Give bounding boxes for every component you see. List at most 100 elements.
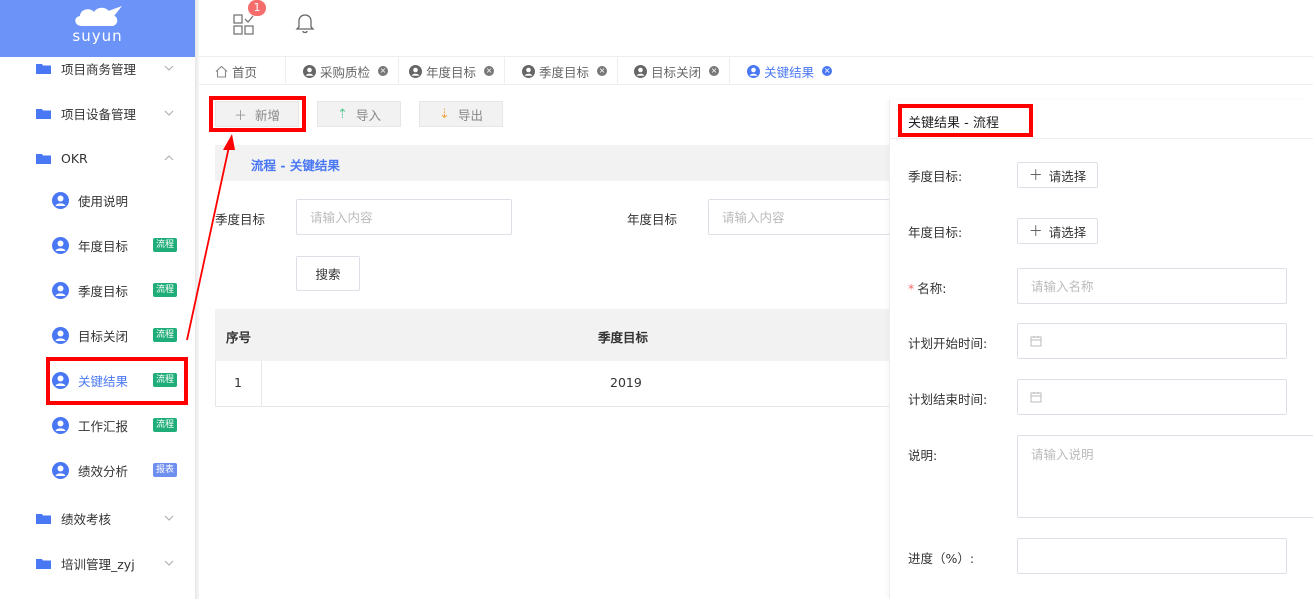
close-icon[interactable]: ×: [597, 66, 608, 76]
menu-group-okr[interactable]: OKR: [0, 138, 195, 178]
sidebar-item-performance-analysis[interactable]: 绩效分析 报表: [0, 450, 195, 490]
flow-panel: 关键结果 - 流程 季度目标: ＋ 请选择 年度目标: ＋ 请选择 *名称: 计…: [889, 100, 1313, 599]
user-circle-icon: [522, 64, 536, 78]
close-icon[interactable]: ×: [709, 66, 720, 76]
name-input[interactable]: [1017, 268, 1287, 304]
sidebar-item-annual-goal[interactable]: 年度目标 流程: [0, 225, 195, 265]
sidebar-item-label: 年度目标: [78, 238, 129, 254]
tab-label: 年度目标: [426, 64, 477, 80]
select-button-label: 请选择: [1048, 224, 1087, 240]
table-header: 序号 季度目标: [215, 309, 890, 361]
tab-label: 关键结果: [764, 64, 815, 80]
tab-label: 首页: [232, 64, 258, 80]
select-quarter-button[interactable]: ＋ 请选择: [1017, 162, 1098, 188]
filter-year-label: 年度目标: [627, 212, 678, 227]
close-icon[interactable]: ×: [484, 66, 495, 76]
top-bar: 1: [199, 0, 1313, 57]
search-button[interactable]: 搜索: [296, 256, 360, 291]
cell-quarter: 2019: [610, 375, 642, 390]
user-circle-icon: [52, 191, 69, 209]
download-icon: ⇣: [439, 106, 450, 122]
select-button-label: 请选择: [1048, 168, 1087, 184]
panel-end-label: 计划结束时间:: [908, 392, 988, 407]
cell-divider: [261, 361, 262, 407]
filter-quarter-input[interactable]: [296, 199, 512, 235]
home-icon: [215, 65, 228, 78]
report-tag: 报表: [153, 463, 178, 477]
plus-icon: ＋: [233, 108, 247, 124]
chevron-down-icon: [164, 560, 174, 566]
tab-goal-close[interactable]: 目标关闭 ×: [618, 57, 731, 85]
sidebar-item-label: 绩效分析: [78, 463, 129, 479]
sidebar-item-usage[interactable]: 使用说明: [0, 180, 195, 220]
sidebar-item-label: 关键结果: [78, 373, 129, 389]
required-marker: *: [908, 281, 915, 296]
panel-quarter-label: 季度目标:: [908, 169, 963, 184]
menu-group-project-equipment[interactable]: 项目设备管理: [0, 93, 195, 133]
upload-icon: ⇡: [337, 106, 348, 122]
folder-icon: [36, 558, 51, 569]
table-row[interactable]: 1 2019: [215, 361, 890, 407]
panel-title: 关键结果 - 流程: [908, 116, 999, 131]
bell-icon[interactable]: [295, 12, 315, 34]
menu-group-label: 项目商务管理: [61, 61, 137, 77]
calendar-icon: [1030, 336, 1042, 347]
flow-tag: 流程: [153, 373, 178, 387]
panel-desc-label: 说明:: [908, 448, 938, 463]
plus-icon: ＋: [1028, 224, 1043, 240]
logo-text: suyun: [72, 27, 123, 45]
add-button[interactable]: ＋ 新增: [215, 101, 299, 127]
sidebar-item-goal-close[interactable]: 目标关闭 流程: [0, 315, 195, 355]
apps-grid-icon[interactable]: [232, 12, 256, 36]
menu-group-training[interactable]: 培训管理_zyj: [0, 543, 195, 583]
annotation-arrow: [186, 134, 235, 341]
menu-group-project-business[interactable]: 项目商务管理: [0, 48, 195, 88]
tab-annual-goal[interactable]: 年度目标 ×: [399, 57, 506, 85]
tab-label: 目标关闭: [651, 64, 702, 80]
cell-index: 1: [234, 375, 242, 390]
export-button[interactable]: ⇣ 导出: [419, 101, 503, 127]
close-icon[interactable]: ×: [822, 66, 833, 76]
user-circle-icon: [409, 64, 423, 78]
sidebar-item-label: 工作汇报: [78, 418, 129, 434]
end-date-picker[interactable]: [1017, 379, 1287, 415]
progress-input[interactable]: [1017, 538, 1287, 574]
panel-start-label: 计划开始时间:: [908, 336, 988, 351]
import-button-label: 导入: [355, 107, 381, 123]
user-circle-icon: [52, 416, 69, 434]
panel-progress-label: 进度（%）:: [908, 551, 975, 566]
tab-label: 采购质检: [320, 64, 371, 80]
menu-group-label: 培训管理_zyj: [61, 556, 135, 572]
tab-home[interactable]: 首页: [199, 57, 287, 85]
user-circle-icon: [747, 64, 761, 78]
tab-label: 季度目标: [539, 64, 590, 80]
tab-purchase-inspection[interactable]: 采购质检 ×: [286, 57, 400, 85]
chevron-down-icon: [164, 65, 174, 71]
tab-key-results[interactable]: 关键结果 ×: [730, 57, 842, 85]
calendar-icon: [1030, 392, 1042, 403]
user-circle-icon: [52, 236, 69, 254]
chevron-down-icon: [164, 110, 174, 116]
user-circle-icon: [634, 64, 648, 78]
menu-group-performance[interactable]: 绩效考核: [0, 498, 195, 538]
sidebar-item-label: 使用说明: [78, 193, 129, 209]
import-button[interactable]: ⇡ 导入: [317, 101, 401, 127]
sidebar-item-work-report[interactable]: 工作汇报 流程: [0, 405, 195, 445]
description-textarea[interactable]: [1017, 435, 1313, 518]
menu-group-label: 绩效考核: [61, 511, 112, 527]
close-icon[interactable]: ×: [378, 66, 389, 76]
select-year-button[interactable]: ＋ 请选择: [1017, 218, 1098, 244]
flow-tag: 流程: [153, 418, 178, 432]
sidebar-item-key-results[interactable]: 关键结果 流程: [0, 360, 195, 400]
tab-quarter-goal[interactable]: 季度目标 ×: [505, 57, 619, 85]
sidebar-item-label: 目标关闭: [78, 328, 129, 344]
start-date-picker[interactable]: [1017, 323, 1287, 359]
menu-group-label: OKR: [61, 150, 88, 166]
folder-open-icon: [36, 153, 51, 164]
panel-name-label: * 名称:: [908, 278, 946, 297]
panel-year-label: 年度目标:: [908, 225, 963, 240]
filter-year-input[interactable]: [708, 199, 890, 235]
sidebar-item-quarter-goal[interactable]: 季度目标 流程: [0, 270, 195, 310]
plus-icon: ＋: [1028, 168, 1043, 184]
flow-tag: 流程: [153, 328, 178, 342]
